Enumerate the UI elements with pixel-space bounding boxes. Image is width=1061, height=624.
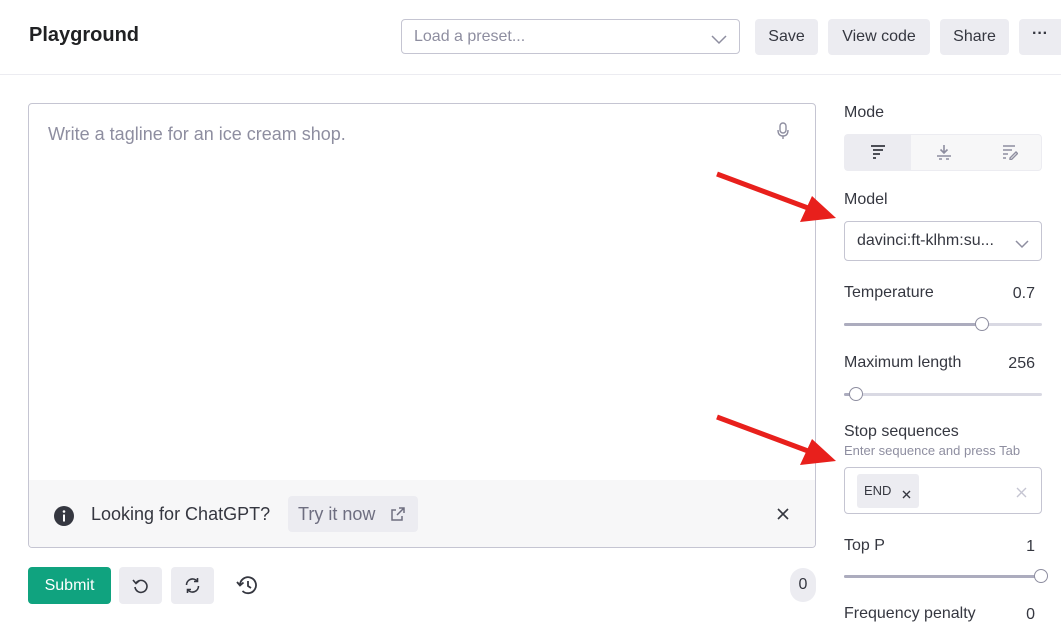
share-button[interactable]: Share — [940, 19, 1009, 55]
temperature-label: Temperature — [844, 284, 934, 301]
top-p-label: Top P — [844, 537, 885, 554]
mode-edit-button[interactable] — [977, 135, 1043, 170]
chatgpt-banner: Looking for ChatGPT? Try it now — [29, 480, 815, 547]
token-count-badge: 0 — [790, 568, 816, 602]
edit-icon — [1003, 145, 1018, 160]
model-select[interactable]: davinci:ft-klhm:su... — [844, 221, 1042, 261]
remove-chip-icon[interactable] — [902, 486, 911, 504]
prompt-editor[interactable]: Write a tagline for an ice cream shop. L… — [28, 103, 816, 548]
maximum-length-value[interactable]: 256 — [1008, 355, 1035, 373]
info-icon — [54, 506, 74, 531]
top-p-slider[interactable] — [844, 569, 1048, 585]
close-icon[interactable] — [777, 507, 789, 525]
temperature-value[interactable]: 0.7 — [1013, 285, 1035, 303]
external-link-icon — [391, 507, 405, 526]
header-bar: Playground Load a preset... Save View co… — [0, 0, 1061, 75]
banner-text: Looking for ChatGPT? — [91, 504, 271, 524]
stop-sequences-input[interactable]: END — [844, 467, 1042, 514]
model-value: davinci:ft-klhm:su... — [857, 232, 994, 249]
page-title: Playground — [29, 24, 140, 46]
more-options-button[interactable]: ··· — [1019, 19, 1061, 55]
model-label: Model — [844, 191, 888, 208]
save-button[interactable]: Save — [755, 19, 818, 55]
top-p-slider-fill — [844, 575, 1042, 578]
stop-sequence-chip: END — [857, 474, 919, 508]
try-it-now-label: Try it now — [298, 504, 376, 524]
frequency-penalty-value[interactable]: 0 — [1026, 606, 1035, 624]
stop-sequences-label: Stop sequences — [844, 423, 959, 440]
microphone-icon[interactable] — [777, 122, 789, 145]
chevron-down-icon — [1015, 236, 1029, 254]
mode-label: Mode — [844, 104, 885, 121]
frequency-penalty-label: Frequency penalty — [844, 605, 976, 622]
stop-sequences-hint: Enter sequence and press Tab — [844, 443, 1021, 458]
complete-icon — [871, 145, 885, 159]
maximum-length-label: Maximum length — [844, 354, 962, 371]
insert-icon — [937, 145, 951, 160]
prompt-text[interactable]: Write a tagline for an ice cream shop. — [48, 124, 346, 145]
clear-icon[interactable] — [1016, 485, 1027, 503]
temperature-slider-fill — [844, 323, 983, 326]
top-p-value[interactable]: 1 — [1026, 538, 1035, 556]
chevron-down-icon — [711, 32, 727, 50]
temperature-slider-thumb[interactable] — [974, 317, 989, 331]
undo-button[interactable] — [119, 567, 162, 604]
regenerate-icon — [185, 578, 200, 593]
view-code-button[interactable]: View code — [828, 19, 930, 55]
history-icon[interactable] — [236, 575, 258, 601]
stop-sequence-chip-label: END — [864, 483, 892, 498]
maximum-length-slider-thumb[interactable] — [848, 387, 863, 401]
temperature-slider[interactable] — [844, 317, 1042, 333]
preset-placeholder: Load a preset... — [414, 28, 526, 45]
try-it-now-button[interactable]: Try it now — [288, 496, 418, 532]
preset-select[interactable]: Load a preset... — [401, 19, 740, 54]
mode-selector — [844, 134, 1042, 171]
maximum-length-slider[interactable] — [844, 387, 1042, 403]
regenerate-button[interactable] — [171, 567, 214, 604]
mode-complete-button[interactable] — [845, 135, 911, 170]
mode-insert-button[interactable] — [911, 135, 977, 170]
top-p-slider-thumb[interactable] — [1034, 569, 1048, 583]
submit-button[interactable]: Submit — [28, 567, 111, 604]
undo-icon — [132, 579, 148, 594]
